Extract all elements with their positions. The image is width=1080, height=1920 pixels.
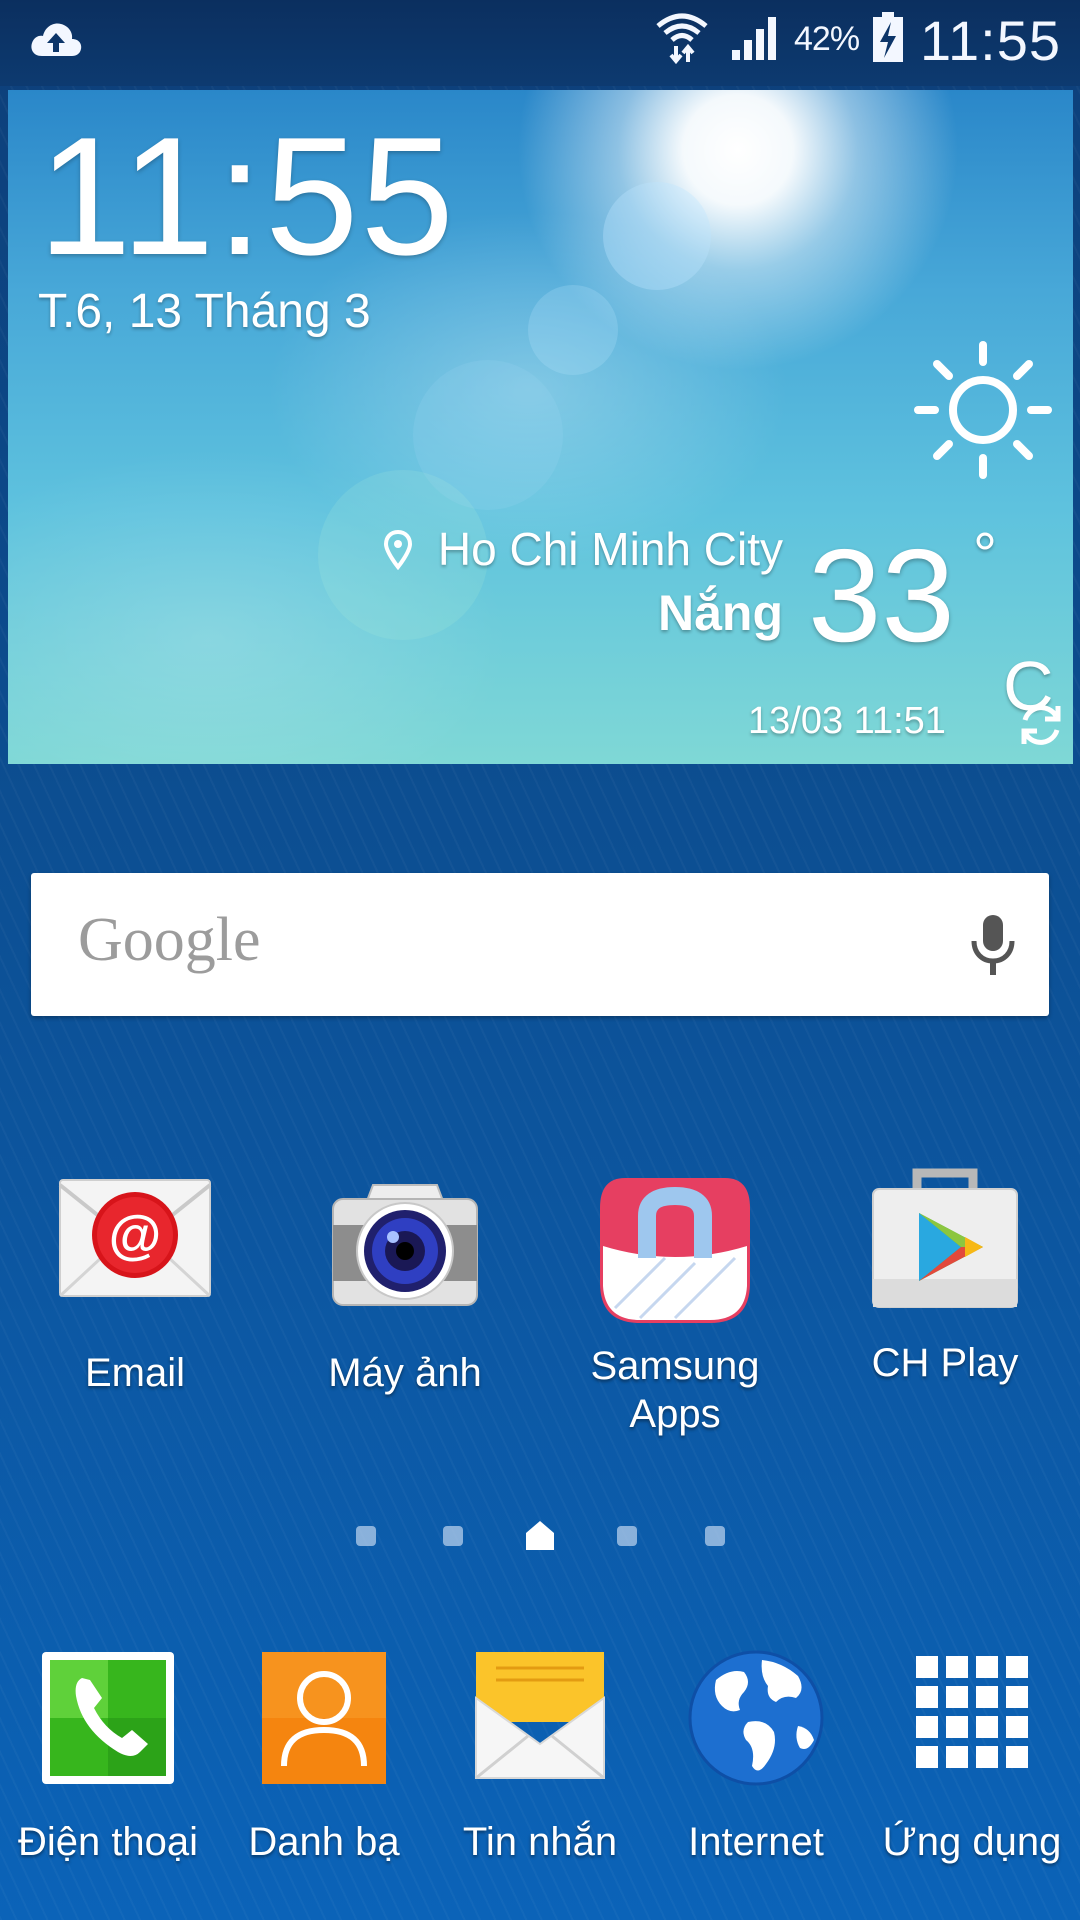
page-dot[interactable] — [356, 1526, 376, 1546]
battery-charging-icon — [873, 12, 903, 62]
dock-label-contacts: Danh bạ — [248, 1820, 400, 1864]
contacts-icon — [262, 1652, 386, 1784]
app-samsung-apps[interactable]: Samsung Apps — [555, 1168, 795, 1438]
weather-temperature: 33 — [808, 522, 955, 669]
app-label-email: Email — [84, 1351, 186, 1395]
page-dot[interactable] — [705, 1526, 725, 1546]
svg-text:@: @ — [109, 1205, 162, 1265]
camera-icon — [332, 1184, 478, 1306]
app-camera[interactable]: Máy ảnh — [285, 1175, 525, 1397]
dock-label-messages: Tin nhắn — [462, 1820, 618, 1864]
microphone-icon[interactable] — [966, 911, 1020, 979]
bokeh-decoration — [603, 182, 711, 290]
cloud-upload-icon — [31, 23, 82, 56]
play-store-icon — [872, 1168, 1018, 1308]
email-icon: @ — [58, 1179, 212, 1298]
weather-condition: Nắng — [658, 585, 783, 641]
status-bar[interactable]: 42% 11:55 — [0, 0, 1080, 86]
weather-city: Ho Chi Minh City — [437, 523, 783, 575]
location-pin-icon — [383, 530, 413, 570]
phone-icon — [42, 1652, 174, 1784]
page-indicator[interactable] — [0, 1518, 1080, 1558]
dock-label-app-drawer: Ứng dụng — [882, 1820, 1062, 1864]
page-dot[interactable] — [617, 1526, 637, 1546]
wifi-icon — [656, 13, 708, 64]
app-email[interactable]: @ Email — [15, 1175, 255, 1397]
dock-phone[interactable]: Điện thoại — [0, 1648, 216, 1865]
dock-contacts[interactable]: Danh bạ — [216, 1648, 432, 1865]
bokeh-decoration — [528, 285, 618, 375]
app-label-samsung-apps: Samsung Apps — [590, 1344, 760, 1436]
widget-date: T.6, 13 Tháng 3 — [38, 285, 371, 338]
weather-clock-widget[interactable]: 11:55 T.6, 13 Tháng 3 Ho Chi Minh City N… — [8, 90, 1073, 764]
google-search-bar[interactable]: Google — [31, 873, 1049, 1016]
home-page-indicator-icon[interactable] — [523, 1518, 557, 1552]
internet-globe-icon — [688, 1650, 824, 1786]
app-label-play-store: CH Play — [871, 1341, 1019, 1385]
app-play-store[interactable]: CH Play — [825, 1165, 1065, 1387]
messages-icon — [475, 1652, 605, 1780]
cell-signal-icon — [732, 17, 776, 60]
page-dot[interactable] — [443, 1526, 463, 1546]
weather-updated-time: 13/03 11:51 — [748, 700, 946, 742]
sun-icon — [914, 341, 1052, 479]
app-drawer-icon — [916, 1656, 1028, 1768]
google-logo[interactable]: Google — [78, 905, 261, 976]
samsung-apps-icon — [600, 1178, 750, 1323]
widget-clock[interactable]: 11:55 — [38, 100, 456, 293]
app-label-camera: Máy ảnh — [328, 1351, 482, 1395]
weather-degree-symbol: ° — [973, 521, 997, 588]
status-clock: 11:55 — [920, 9, 1061, 72]
refresh-icon[interactable] — [1018, 702, 1064, 748]
dock-internet[interactable]: Internet — [648, 1648, 864, 1865]
battery-percentage: 42% — [794, 20, 860, 58]
dock-label-phone: Điện thoại — [17, 1820, 199, 1864]
dock-app-drawer[interactable]: Ứng dụng — [864, 1648, 1080, 1865]
dock-label-internet: Internet — [688, 1820, 824, 1864]
dock-messages[interactable]: Tin nhắn — [432, 1648, 648, 1865]
